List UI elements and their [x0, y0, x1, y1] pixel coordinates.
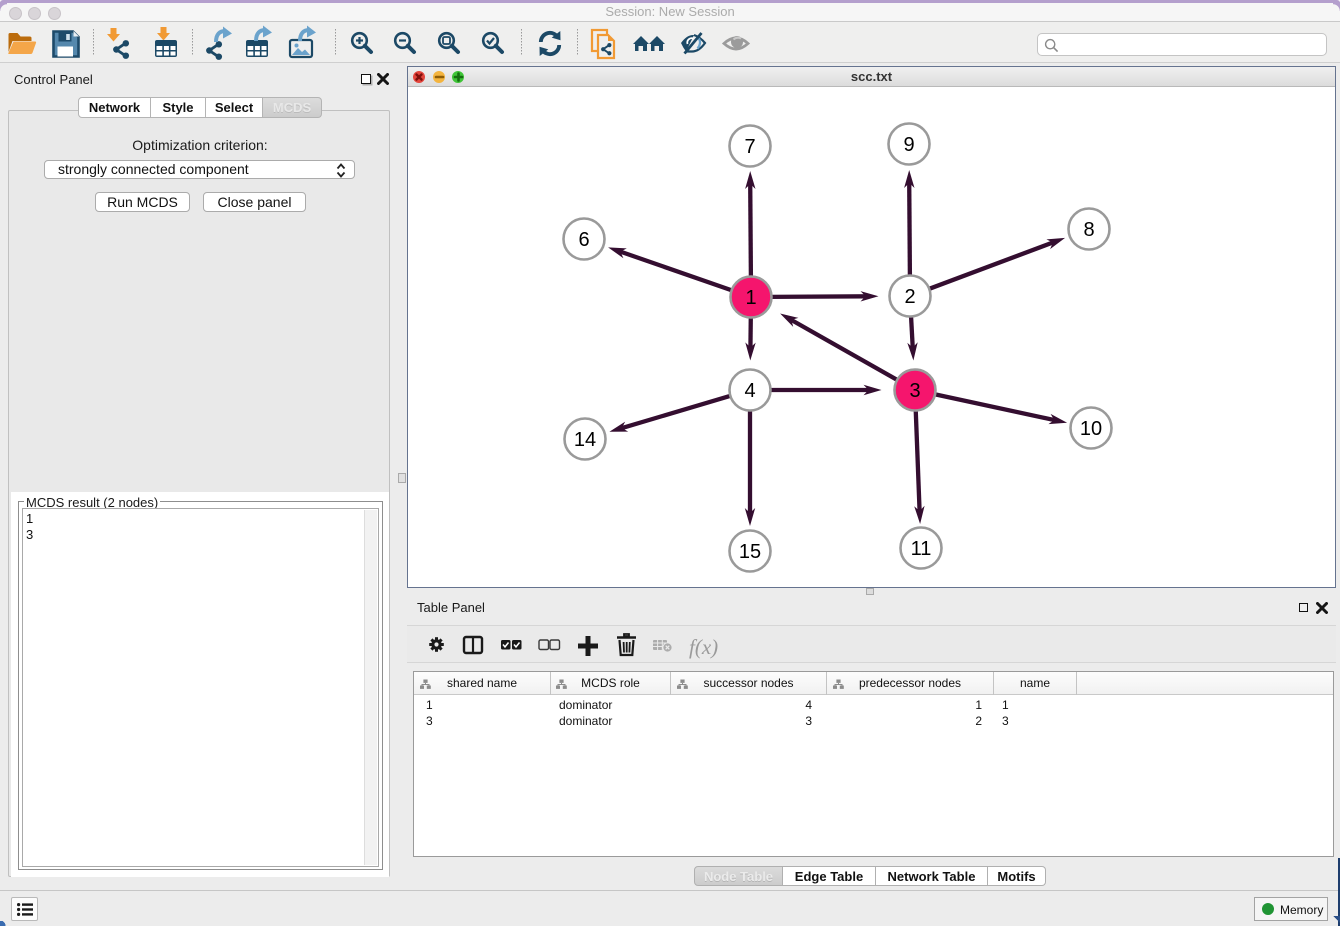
svg-text:7: 7: [744, 136, 755, 158]
svg-text:10: 10: [1080, 418, 1102, 440]
svg-text:8: 8: [1083, 219, 1094, 241]
svg-text:11: 11: [911, 538, 932, 560]
svg-text:9: 9: [903, 134, 914, 156]
svg-text:f(x): f(x): [689, 635, 718, 659]
svg-text:6: 6: [578, 229, 589, 251]
svg-text:4: 4: [744, 380, 755, 402]
svg-text:2: 2: [904, 286, 915, 308]
svg-text:15: 15: [739, 541, 761, 563]
svg-text:3: 3: [909, 380, 920, 402]
svg-text:14: 14: [574, 429, 596, 451]
svg-text:1: 1: [745, 287, 756, 309]
